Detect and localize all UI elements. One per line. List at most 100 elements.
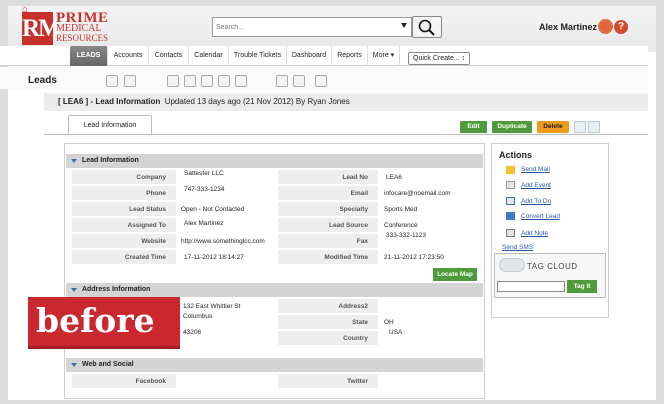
label-state: State [278, 315, 378, 330]
calendar-icon[interactable] [167, 75, 179, 87]
record-id: [ LEA6 ] - Lead Information [58, 97, 161, 106]
label-facebook: Facebook [72, 374, 176, 389]
label-lead-source: Lead Source [278, 218, 378, 233]
next-record-icon[interactable] [588, 121, 600, 133]
label-twitter: Twitter [278, 374, 378, 389]
mail-icon[interactable] [235, 75, 247, 87]
label-company: Company [72, 170, 176, 185]
tag-input[interactable] [497, 281, 565, 292]
nav-reports[interactable]: Reports [332, 46, 368, 66]
logo-mark: RM [22, 12, 62, 45]
home-icon[interactable]: ⌂ [22, 4, 28, 15]
label-address2: Address2 [278, 299, 378, 314]
convert-icon [506, 212, 515, 220]
search-input[interactable] [213, 18, 391, 36]
import-icon[interactable] [276, 75, 288, 87]
search-dropdown-icon[interactable] [401, 23, 407, 28]
export-icon[interactable] [293, 75, 305, 87]
label-lead-no: Lead No [278, 170, 378, 185]
action-send-mail[interactable]: Send Mail [521, 166, 550, 173]
nav-accounts[interactable]: Accounts [108, 46, 149, 66]
value-city: Columbus [183, 313, 213, 320]
value-country: USA [389, 329, 403, 336]
action-convert-lead[interactable]: Convert Lead [521, 213, 560, 220]
edit-button[interactable]: Edit [460, 121, 487, 133]
nav-more[interactable]: More ▾ [368, 46, 400, 66]
locate-map-button[interactable]: Locate Map [433, 268, 477, 281]
nav-contacts[interactable]: Contacts [149, 46, 189, 66]
delete-button[interactable]: Delete [537, 121, 569, 133]
section-lead-information[interactable]: Lead Information [66, 154, 483, 168]
record-updated: Updated 13 days ago (21 Nov 2012) By Rya… [164, 97, 350, 106]
record-title: [ LEA6 ] - Lead Information Updated 13 d… [58, 97, 350, 106]
user-name[interactable]: Alex Martinez [539, 22, 597, 32]
value-lead-source: Conference [384, 222, 418, 229]
search-tool-icon[interactable] [124, 75, 136, 87]
section-title: Address Information [82, 286, 151, 293]
action-add-todo[interactable]: Add To Do [521, 198, 551, 205]
section-title: Lead Information [82, 157, 139, 164]
todo-icon [506, 197, 515, 205]
tag-it-button[interactable]: Tag It [567, 280, 597, 293]
label-assigned-to: Assigned To [72, 218, 176, 233]
value-fax: 333-332-1123 [386, 232, 426, 239]
mail-icon [506, 166, 515, 174]
nav-calendar[interactable]: Calendar [189, 46, 229, 66]
chevron-down-icon [71, 288, 77, 292]
gear-icon[interactable] [598, 19, 613, 34]
note-icon [506, 229, 515, 237]
value-website[interactable]: http://www.somethinglcc.com [181, 238, 265, 245]
nav-dashboard[interactable]: Dashboard [287, 46, 332, 66]
duplicate-button[interactable]: Duplicate [492, 121, 532, 133]
nav-leads[interactable]: LEADS [70, 46, 108, 66]
nav-trouble-tickets[interactable]: Trouble Tickets [229, 46, 287, 66]
chevron-down-icon [71, 363, 77, 367]
calculator-icon[interactable] [201, 75, 213, 87]
value-created-time: 17-11-2012 18:14:27 [184, 254, 244, 261]
label-website: Website [72, 234, 176, 249]
clock-icon[interactable] [184, 75, 196, 87]
label-created-time: Created Time [72, 250, 176, 265]
label-specialty: Specialty [278, 202, 378, 217]
action-add-note[interactable]: Add Note [521, 230, 548, 237]
search-button[interactable] [412, 16, 442, 38]
value-specialty: Sports Med [384, 206, 418, 213]
tab-lead-information[interactable]: Lead Information [68, 115, 152, 135]
page-title: Leads [28, 75, 57, 86]
tag-cloud-title: TAG CLOUD [527, 262, 578, 271]
global-search [212, 17, 412, 37]
actions-title: Actions [499, 150, 533, 160]
action-add-event[interactable]: Add Event [521, 182, 551, 189]
value-assigned-to: Alex Martinez [184, 220, 224, 227]
action-send-sms[interactable]: Send SMS [502, 244, 533, 251]
find-duplicates-icon[interactable] [315, 75, 327, 87]
tab-divider [44, 134, 648, 135]
cloud-icon [499, 258, 525, 272]
value-email[interactable]: infocare@noemail.com [384, 190, 451, 197]
logo-text-line3: RESOURCES [56, 33, 109, 43]
value-postal-code: 43206 [183, 329, 202, 336]
value-lead-status: Open - Not Contacted [181, 206, 245, 213]
section-address-information[interactable]: Address Information [66, 283, 483, 297]
help-icon[interactable]: ? [614, 20, 628, 34]
value-phone: 747-333-1234 [184, 186, 225, 193]
value-modified-time: 21-11-2012 17:23:50 [384, 254, 444, 261]
value-lead-no: LEA6 [386, 174, 402, 181]
value-company: Sattester LLC [184, 170, 224, 177]
search-icon [418, 19, 435, 36]
brand-logo[interactable]: RM PRIME MEDICAL RESOURCES [22, 11, 122, 46]
section-web-and-social[interactable]: Web and Social [66, 358, 483, 372]
previous-record-icon[interactable] [574, 121, 586, 133]
add-icon[interactable] [106, 75, 118, 87]
quick-create-select[interactable]: Quick Create... ↕ [408, 52, 470, 65]
section-title: Web and Social [82, 361, 134, 368]
label-email: Email [278, 186, 378, 201]
before-label: before [28, 297, 180, 349]
label-fax: Fax [278, 234, 378, 249]
label-modified-time: Modified Time [278, 250, 378, 265]
value-street: 132 East Whittier St [183, 303, 241, 310]
chat-icon[interactable] [218, 75, 230, 87]
chevron-down-icon [71, 159, 77, 163]
value-state: OH [384, 319, 394, 326]
label-country: Country [278, 331, 378, 346]
